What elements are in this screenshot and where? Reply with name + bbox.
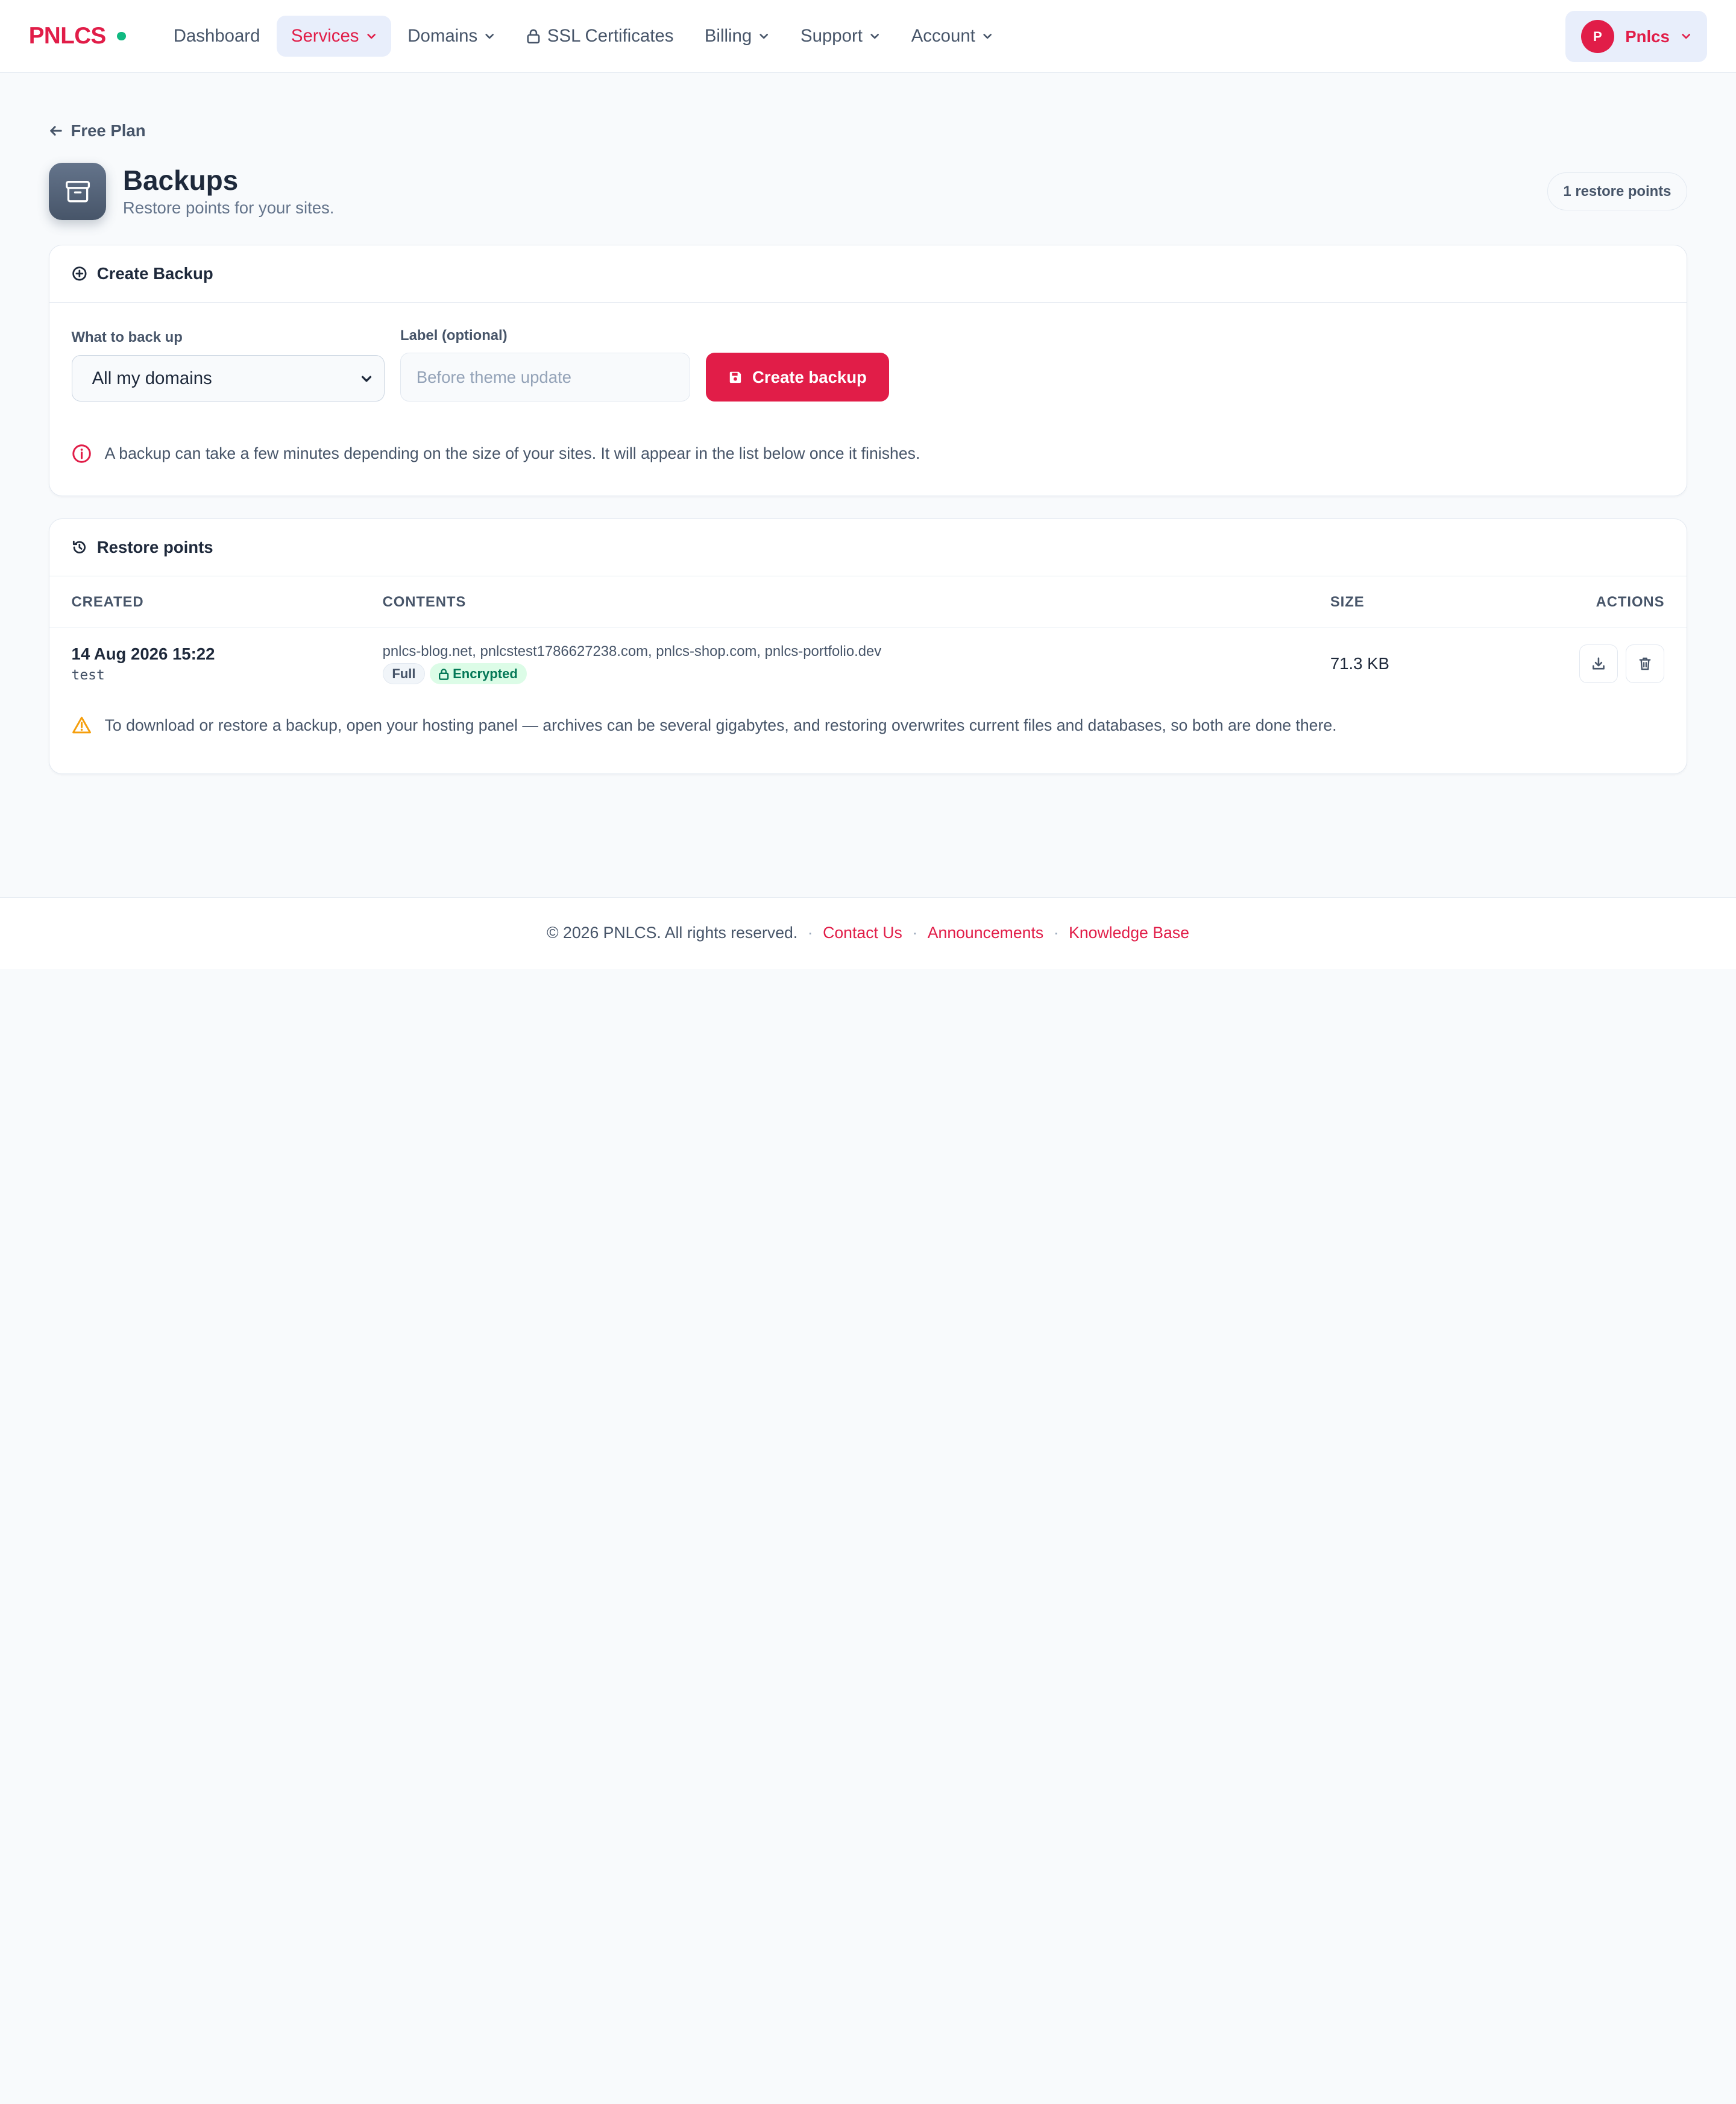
page-title: Backups [122, 164, 239, 196]
what-field: What to back up All my domains [71, 329, 385, 402]
nav-dashboard-label: Dashboard [173, 26, 260, 46]
create-backup-card: Create Backup What to back up All my dom… [48, 244, 1688, 496]
nav-services[interactable]: Services [276, 16, 391, 57]
trash-icon [1638, 657, 1652, 671]
chevron-down-icon [484, 31, 495, 42]
label-field: Label (optional) [400, 327, 691, 402]
col-size: SIZE [1330, 593, 1365, 610]
type-badge: Full [382, 663, 426, 685]
label-label: Label (optional) [400, 327, 508, 344]
row-size: 71.3 KB [1330, 654, 1389, 673]
row-contents: pnlcs-blog.net, pnlcstest1786627238.com,… [382, 643, 882, 660]
restore-points-header: Restore points [49, 519, 1687, 576]
row-label: test [71, 667, 105, 683]
col-created: CREATED [71, 593, 144, 610]
back-link-label: Free Plan [71, 121, 146, 140]
arrow-left-icon [49, 124, 63, 137]
nav-billing[interactable]: Billing [690, 16, 784, 57]
create-info-text: A backup can take a few minutes dependin… [104, 444, 920, 463]
delete-button[interactable] [1626, 644, 1665, 684]
page-header: Backups Restore points for your sites. 1… [48, 162, 1688, 221]
restore-points-card: Restore points CREATED CONTENTS SIZE ACT… [48, 518, 1688, 774]
page: PNLCS Dashboard Services Domains SSL Cer… [0, 0, 1736, 1145]
download-button[interactable] [1579, 644, 1618, 684]
cell-contents: pnlcs-blog.net, pnlcstest1786627238.com,… [382, 643, 1330, 685]
row-badges: Full Encrypted [382, 663, 1330, 685]
col-contents: CONTENTS [382, 593, 467, 610]
create-backup-form: What to back up All my domains Label (op… [49, 327, 1687, 402]
top-navbar: PNLCS Dashboard Services Domains SSL Cer… [0, 0, 1736, 74]
what-select-value: All my domains [92, 368, 212, 388]
nav-dashboard[interactable]: Dashboard [159, 16, 274, 57]
warning-icon [72, 716, 92, 734]
chevron-down-icon [758, 31, 769, 42]
footer-knowledge-base-link[interactable]: Knowledge Base [1069, 924, 1189, 942]
chevron-down-icon [869, 31, 880, 42]
nav-support-label: Support [800, 26, 863, 46]
user-menu-button[interactable]: P Pnlcs [1565, 11, 1708, 62]
footer: © 2026 PNLCS. All rights reserved. · Con… [0, 896, 1736, 969]
restore-points-title: Restore points [96, 537, 213, 556]
footer-separator: · [912, 924, 918, 942]
back-link[interactable]: Free Plan [49, 121, 1687, 140]
backup-label-input[interactable] [400, 353, 691, 402]
main-nav: Dashboard Services Domains SSL Certifica… [159, 16, 1007, 57]
avatar: P [1580, 20, 1614, 54]
create-backup-label: Create backup [752, 367, 867, 386]
nav-services-label: Services [291, 26, 359, 46]
footer-contact-link[interactable]: Contact Us [823, 924, 902, 942]
brand-name: PNLCS [28, 23, 107, 49]
main-content: Free Plan Backups Restore points for you… [0, 121, 1736, 774]
restore-warning-text: To download or restore a backup, open yo… [104, 716, 1337, 734]
footer-separator: · [807, 924, 813, 942]
brand-logo[interactable]: PNLCS [29, 23, 126, 49]
archive-icon [48, 162, 107, 221]
page-subtitle: Restore points for your sites. [122, 198, 335, 217]
footer-announcements-link[interactable]: Announcements [928, 924, 1043, 942]
nav-support[interactable]: Support [786, 16, 895, 57]
chevron-down-icon [1681, 31, 1691, 42]
cell-created: 14 Aug 2026 15:22 test [72, 644, 383, 683]
row-actions [1579, 644, 1665, 684]
chevron-down-icon [366, 31, 377, 42]
what-label: What to back up [71, 329, 183, 346]
row-date: 14 Aug 2026 15:22 [71, 644, 215, 664]
history-icon [72, 540, 87, 555]
restore-count-badge: 1 restore points [1547, 172, 1688, 210]
nav-ssl-certificates[interactable]: SSL Certificates [512, 16, 688, 57]
nav-account[interactable]: Account [897, 16, 1007, 57]
table-row: 14 Aug 2026 15:22 test pnlcs-blog.net, p… [49, 628, 1687, 699]
lock-icon [438, 668, 449, 680]
table-header: CREATED CONTENTS SIZE ACTIONS [49, 576, 1687, 629]
plus-circle-icon [72, 266, 87, 282]
footer-separator: · [1053, 924, 1059, 942]
create-backup-header: Create Backup [49, 245, 1687, 303]
encrypted-label: Encrypted [453, 666, 518, 681]
chevron-down-icon [982, 31, 993, 42]
download-icon [1591, 657, 1606, 671]
what-select[interactable]: All my domains [71, 355, 385, 402]
encrypted-badge: Encrypted [429, 663, 527, 685]
save-icon [728, 370, 743, 385]
info-icon [72, 444, 92, 464]
nav-ssl-label: SSL Certificates [547, 26, 674, 46]
col-actions: ACTIONS [1596, 593, 1665, 610]
create-backup-title: Create Backup [96, 264, 213, 283]
footer-copyright: © 2026 PNLCS. All rights reserved. [547, 924, 798, 942]
nav-domains[interactable]: Domains [393, 16, 509, 57]
nav-domains-label: Domains [407, 26, 478, 46]
restore-warning-note: To download or restore a backup, open yo… [49, 716, 1687, 734]
lock-icon [526, 28, 541, 44]
nav-account-label: Account [911, 26, 975, 46]
user-name: Pnlcs [1625, 27, 1670, 46]
nav-billing-label: Billing [704, 26, 752, 46]
create-backup-button[interactable]: Create backup [705, 353, 889, 402]
chevron-down-icon [360, 372, 373, 385]
status-dot [117, 31, 126, 41]
create-info-note: A backup can take a few minutes dependin… [49, 444, 1687, 464]
